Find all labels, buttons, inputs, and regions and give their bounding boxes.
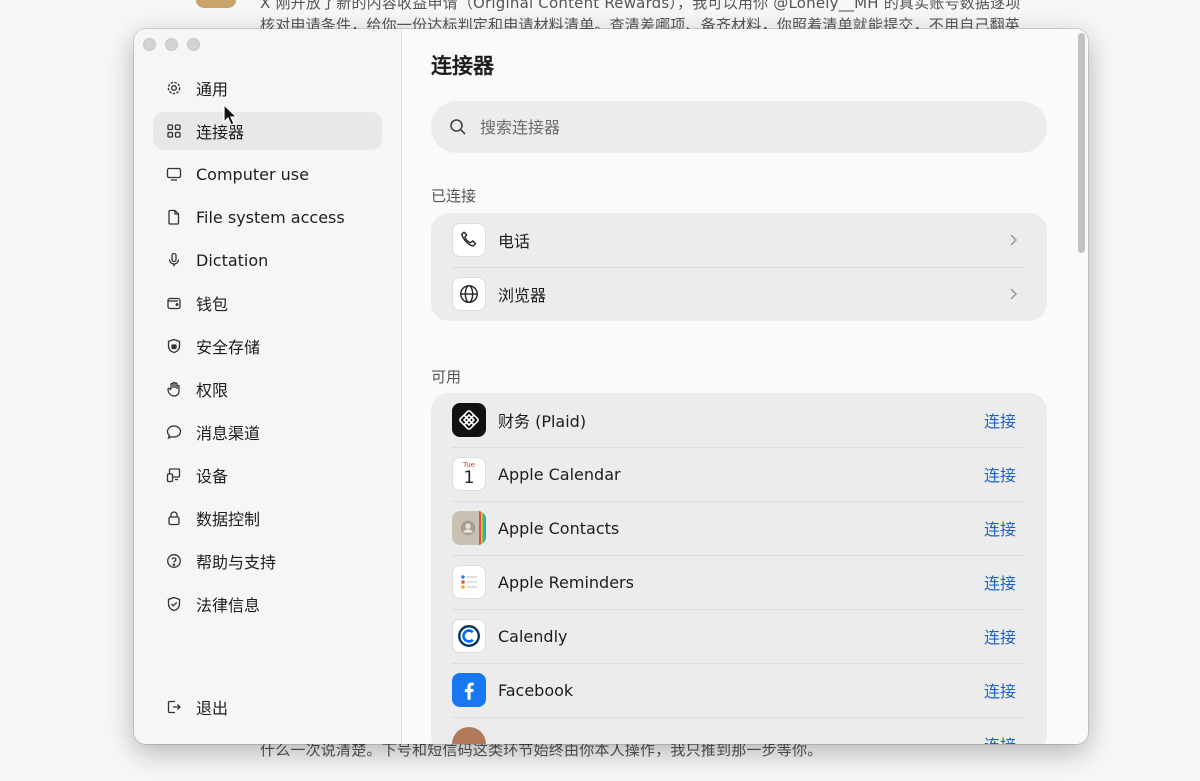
connector-name: Apple Contacts [498,518,620,538]
connector-name: 浏览器 [498,286,547,305]
connector-row-apple-calendar: Tue 1 Apple Calendar 连接 [431,447,1047,501]
connected-list: 电话 浏览器 [431,213,1047,321]
close-window-button[interactable] [143,38,156,51]
connect-button[interactable]: 连接 [984,516,1016,540]
sidebar-item-label: 权限 [196,381,229,400]
chevron-right-icon [1010,288,1018,300]
connector-row-apple-reminders: Apple Reminders 连接 [431,555,1047,609]
sidebar-item-label: 消息渠道 [196,424,261,443]
lock-icon [166,510,182,526]
sidebar-item-label: Computer use [196,164,309,184]
scrollbar[interactable] [1078,33,1085,253]
logout-icon [166,699,182,715]
page-title: 连接器 [431,54,494,78]
connect-button[interactable]: 连接 [984,408,1016,432]
sidebar-item-connectors[interactable]: 连接器 [153,112,382,150]
connect-button[interactable]: 连接 [984,570,1016,594]
sidebar-item-label: 帮助与支持 [196,553,277,572]
sidebar-item-label: 通用 [196,80,229,99]
connector-name: Facebook [498,680,574,700]
shield-lock-icon [166,338,182,354]
logout-section: 退出 [153,688,382,731]
connector-name: Apple Calendar [498,464,621,484]
available-section-label: 可用 [431,368,462,386]
search-bar[interactable] [431,101,1047,153]
plaid-icon [452,403,486,437]
connect-button[interactable]: 连接 [984,462,1016,486]
sidebar-item-legal[interactable]: 法律信息 [153,585,382,623]
help-circle-icon [166,553,182,569]
connector-row-partial: 连接 [431,717,1047,744]
sidebar-item-devices[interactable]: 设备 [153,456,382,494]
connector-row-browser[interactable]: 浏览器 [431,267,1047,321]
sidebar-item-help[interactable]: 帮助与支持 [153,542,382,580]
partial-app-icon [452,727,486,744]
sidebar-item-wallet[interactable]: 钱包 [153,284,382,322]
gear-icon [166,80,182,96]
sidebar-item-computer-use[interactable]: Computer use [153,155,382,193]
phone-icon [452,223,486,257]
shield-check-icon [166,596,182,612]
logout-label: 退出 [196,699,229,718]
connector-row-facebook: Facebook 连接 [431,663,1047,717]
globe-icon [452,277,486,311]
search-icon [450,119,466,135]
reminders-icon [452,565,486,599]
sidebar-item-secure-storage[interactable]: 安全存储 [153,327,382,365]
sidebar-item-label: Dictation [196,250,269,270]
microphone-icon [166,252,182,268]
connector-name: Calendly [498,626,568,646]
monitor-icon [166,166,182,182]
connector-name: Apple Reminders [498,572,634,592]
connector-name: 电话 [498,232,531,251]
minimize-window-button[interactable] [165,38,178,51]
sidebar-item-label: File system access [196,207,345,227]
connector-row-apple-contacts: Apple Contacts 连接 [431,501,1047,555]
grid-icon [166,123,182,139]
connector-row-phone[interactable]: 电话 [431,213,1047,267]
connect-button[interactable]: 连接 [984,624,1016,648]
sidebar-item-label: 法律信息 [196,596,261,615]
sidebar-item-label: 安全存储 [196,338,261,357]
hand-icon [166,381,182,397]
sidebar-item-message-channels[interactable]: 消息渠道 [153,413,382,451]
main-panel: 连接器 已连接 电话 浏览器 可用 [402,29,1088,744]
sidebar-item-data-controls[interactable]: 数据控制 [153,499,382,537]
connect-button[interactable]: 连接 [984,732,1016,744]
connector-name: 财务 (Plaid) [498,412,587,431]
file-icon [166,209,182,225]
sidebar-item-label: 钱包 [196,295,229,314]
logout-button[interactable]: 退出 [153,688,382,726]
facebook-icon [452,673,486,707]
calendly-icon [452,619,486,653]
calendar-icon: Tue 1 [452,457,486,491]
sidebar-nav: 通用 连接器 Computer use File system access D… [153,69,382,628]
wallet-icon [166,295,182,311]
sidebar: 通用 连接器 Computer use File system access D… [134,29,402,744]
search-input[interactable] [478,116,982,138]
chat-bubble-icon [166,424,182,440]
sidebar-item-permissions[interactable]: 权限 [153,370,382,408]
sidebar-item-file-system[interactable]: File system access [153,198,382,236]
sidebar-item-label: 设备 [196,467,229,486]
connector-row-calendly: Calendly 连接 [431,609,1047,663]
connected-section-label: 已连接 [431,187,477,205]
sidebar-item-label: 数据控制 [196,510,261,529]
background-text-line: X 刚开放了新的内容收益申请（Original Content Rewards）… [260,0,1021,12]
available-list: 财务 (Plaid) 连接 Tue 1 Apple Calendar 连接 Ap… [431,393,1047,744]
window-controls [143,38,200,51]
background-thumbnail [196,0,236,8]
connect-button[interactable]: 连接 [984,678,1016,702]
chevron-right-icon [1010,234,1018,246]
devices-icon [166,467,182,483]
sidebar-item-general[interactable]: 通用 [153,69,382,107]
contacts-icon [452,511,486,545]
sidebar-item-dictation[interactable]: Dictation [153,241,382,279]
mouse-cursor-icon [223,104,237,126]
settings-window: 通用 连接器 Computer use File system access D… [134,29,1088,744]
connector-row-plaid: 财务 (Plaid) 连接 [431,393,1047,447]
zoom-window-button[interactable] [187,38,200,51]
